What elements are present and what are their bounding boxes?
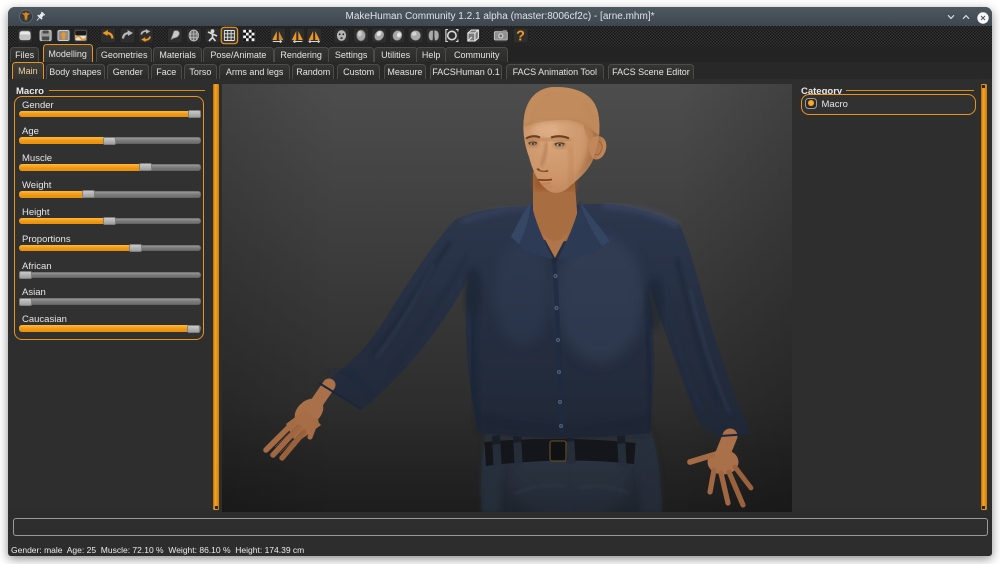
svg-text:?: ? bbox=[516, 29, 525, 45]
